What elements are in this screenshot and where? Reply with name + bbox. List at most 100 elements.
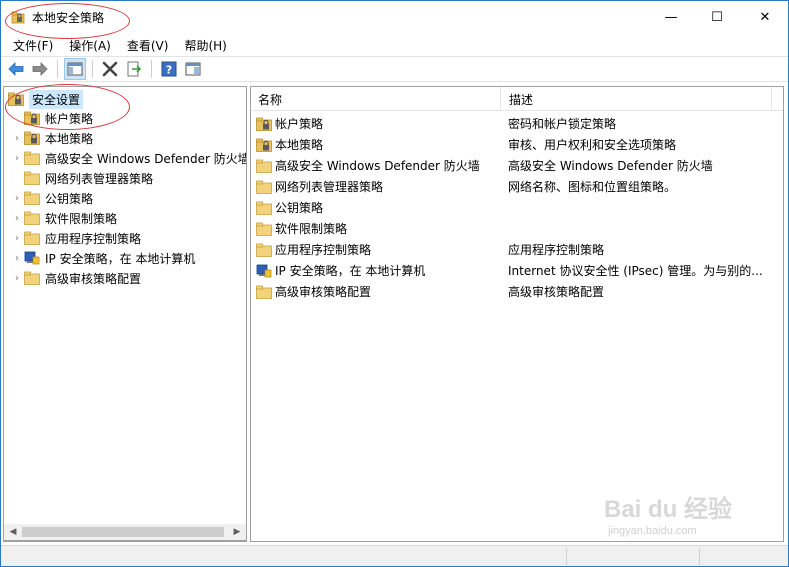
folder-icon <box>24 271 40 285</box>
folder-icon <box>24 231 40 245</box>
tree-item-ip-security[interactable]: › IP 安全策略，在 本地计算机 <box>10 248 195 268</box>
tree-item-network-list-manager[interactable]: 网络列表管理器策略 <box>10 168 153 188</box>
tree-item-local-policies[interactable]: › 本地策略 <box>10 128 93 148</box>
baidu-jingyan-watermark: Bai du 经验 jingyan.baidu.com <box>604 489 754 554</box>
menu-bar: 文件(F) 操作(A) 查看(V) 帮助(H) <box>1 34 788 55</box>
folder-icon <box>24 171 40 185</box>
show-hide-console-tree-icon <box>67 62 83 76</box>
tree-item-public-key-policies[interactable]: › 公钥策略 <box>10 188 93 208</box>
toolbar-separator <box>92 60 93 78</box>
chevron-right-icon[interactable]: › <box>10 193 24 204</box>
details-list[interactable]: 名称 描述 帐户策略 密码和帐户锁定策略 本地策略 审核、用户权利和安全选项策略… <box>250 86 784 542</box>
chevron-right-icon[interactable]: › <box>10 273 24 284</box>
tree-item-software-restriction[interactable]: › 软件限制策略 <box>10 208 117 228</box>
list-row[interactable]: 本地策略 审核、用户权利和安全选项策略 <box>251 134 783 155</box>
chevron-right-icon[interactable]: › <box>10 133 24 144</box>
list-row[interactable]: 网络列表管理器策略 网络名称、图标和位置组策略。 <box>251 176 783 197</box>
scroll-left-arrow-icon[interactable]: ◀ <box>6 526 20 538</box>
help-button[interactable]: ? <box>158 58 180 80</box>
tree-item-label: 网络列表管理器策略 <box>45 171 154 186</box>
tree-item-application-control[interactable]: › 应用程序控制策略 <box>10 228 141 248</box>
tree-root-label: 安全设置 <box>29 89 84 109</box>
list-row[interactable]: 高级安全 Windows Defender 防火墙 高级安全 Windows D… <box>251 155 783 176</box>
shield-folder-icon <box>24 131 40 145</box>
row-name: IP 安全策略，在 本地计算机 <box>275 264 426 278</box>
scrollbar-thumb[interactable] <box>22 527 224 537</box>
scroll-right-arrow-icon[interactable]: ▶ <box>230 526 244 538</box>
menu-action[interactable]: 操作(A) <box>61 34 119 55</box>
row-name-cell: 帐户策略 <box>256 115 501 132</box>
tree-item-label: 应用程序控制策略 <box>45 231 142 246</box>
list-row[interactable]: 公钥策略 <box>251 197 783 218</box>
tree-item-label: 软件限制策略 <box>45 211 118 226</box>
column-header-name[interactable]: 名称 <box>251 87 501 111</box>
folder-icon <box>256 285 272 299</box>
row-name: 帐户策略 <box>275 117 324 131</box>
status-segment <box>566 548 567 565</box>
delete-button[interactable] <box>99 58 121 80</box>
toolbar: ? <box>1 56 788 82</box>
row-name-cell: 软件限制策略 <box>256 220 501 237</box>
show-hide-console-tree-button[interactable] <box>64 58 86 80</box>
list-row[interactable]: 高级审核策略配置 高级审核策略配置 <box>251 281 783 302</box>
delete-icon <box>102 61 118 77</box>
folder-icon <box>256 201 272 215</box>
folder-icon <box>256 159 272 173</box>
tree-item-advanced-audit[interactable]: › 高级审核策略配置 <box>10 268 141 288</box>
list-row[interactable]: IP 安全策略，在 本地计算机 Internet 协议安全性 (IPsec) 管… <box>251 260 783 281</box>
list-row[interactable]: 软件限制策略 <box>251 218 783 239</box>
chevron-right-icon[interactable]: › <box>10 213 24 224</box>
security-policy-app-icon <box>11 10 25 24</box>
tree-item-label: 本地策略 <box>45 131 94 146</box>
tree-root-security-settings[interactable]: 安全设置 <box>8 89 84 109</box>
row-name-cell: 高级审核策略配置 <box>256 283 501 300</box>
console-tree[interactable]: 安全设置 帐户策略 › 本地策略 › 高级安全 Windows Defender… <box>3 86 247 542</box>
properties-pane-icon <box>185 62 201 76</box>
list-row[interactable]: 应用程序控制策略 应用程序控制策略 <box>251 239 783 260</box>
export-list-button[interactable] <box>123 58 145 80</box>
row-description: 应用程序控制策略 <box>508 243 605 257</box>
tree-item-label: 帐户策略 <box>45 111 94 126</box>
row-name-cell: 高级安全 Windows Defender 防火墙 <box>256 157 501 174</box>
menu-view[interactable]: 查看(V) <box>119 34 177 55</box>
row-description: 密码和帐户锁定策略 <box>508 117 617 131</box>
app-window: 本地安全策略 — ☐ ✕ 文件(F) 操作(A) 查看(V) 帮助(H) ? 安… <box>0 0 789 567</box>
properties-pane-button[interactable] <box>182 58 204 80</box>
row-name: 软件限制策略 <box>275 222 348 236</box>
row-description: Internet 协议安全性 (IPsec) 管理。为与别的... <box>508 264 763 278</box>
ipsec-icon <box>256 264 272 277</box>
row-name-cell: IP 安全策略，在 本地计算机 <box>256 262 501 279</box>
row-name: 公钥策略 <box>275 201 324 215</box>
maximize-button[interactable]: ☐ <box>694 1 740 33</box>
chevron-right-icon[interactable]: › <box>10 153 24 164</box>
tree-horizontal-scrollbar[interactable]: ◀ ▶ <box>3 524 247 541</box>
title-bar[interactable]: 本地安全策略 — ☐ ✕ <box>1 1 788 33</box>
row-name-cell: 本地策略 <box>256 136 501 153</box>
tree-item-account-policies[interactable]: 帐户策略 <box>10 108 93 128</box>
forward-arrow-icon <box>32 62 48 76</box>
tree-item-label: 高级审核策略配置 <box>45 271 142 286</box>
row-name: 高级安全 Windows Defender 防火墙 <box>275 159 480 173</box>
toolbar-separator <box>57 60 58 78</box>
folder-icon <box>256 243 272 257</box>
column-header-description[interactable]: 描述 <box>502 87 772 111</box>
tree-item-label: IP 安全策略，在 本地计算机 <box>45 251 196 266</box>
shield-folder-icon <box>256 117 272 131</box>
row-description: 网络名称、图标和位置组策略。 <box>508 180 677 194</box>
chevron-right-icon[interactable]: › <box>10 253 24 264</box>
menu-file[interactable]: 文件(F) <box>5 34 61 55</box>
watermark-brand: Bai du 经验 <box>604 496 733 523</box>
minimize-button[interactable]: — <box>648 1 694 33</box>
forward-button[interactable] <box>29 58 51 80</box>
menu-help[interactable]: 帮助(H) <box>176 34 234 55</box>
back-arrow-icon <box>8 62 24 76</box>
toolbar-separator <box>151 60 152 78</box>
folder-icon <box>24 191 40 205</box>
list-row[interactable]: 帐户策略 密码和帐户锁定策略 <box>251 113 783 134</box>
tree-item-label: 高级安全 Windows Defender 防火墙 <box>45 151 247 166</box>
chevron-right-icon[interactable]: › <box>10 233 24 244</box>
close-button[interactable]: ✕ <box>742 1 788 33</box>
back-button[interactable] <box>5 58 27 80</box>
tree-item-defender-firewall[interactable]: › 高级安全 Windows Defender 防火墙 <box>10 148 247 168</box>
folder-icon <box>256 180 272 194</box>
